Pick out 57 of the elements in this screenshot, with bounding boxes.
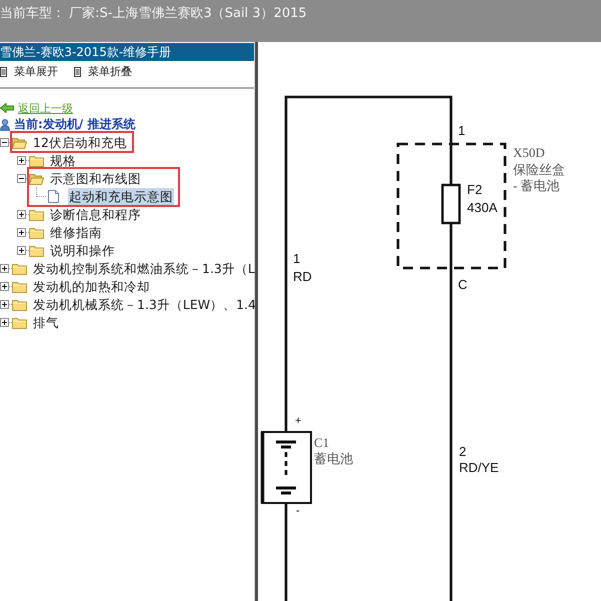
connector-ref: X50D: [513, 145, 545, 160]
folder-icon: [12, 298, 27, 310]
tree-item[interactable]: 12伏启动和充电: [32, 134, 128, 150]
fuse-symbol: [441, 184, 461, 224]
positive-sign: +: [295, 415, 302, 427]
tree-item[interactable]: 维修指南: [49, 224, 103, 240]
expand-icon[interactable]: [17, 210, 26, 218]
back-link[interactable]: 返回上一级: [0, 100, 73, 116]
tree-item[interactable]: 发动机的加热和冷却: [32, 278, 151, 294]
toolbar-button[interactable]: 菜单展开: [0, 65, 58, 79]
fuse-box-name: 保险丝盒: [513, 162, 565, 177]
folder-icon: [12, 280, 27, 292]
tree-item[interactable]: 排气: [32, 314, 60, 330]
expand-icon[interactable]: [0, 300, 9, 308]
tree-item[interactable]: 规格: [49, 152, 77, 168]
list-icon: [74, 67, 81, 77]
negative-sign: -: [296, 505, 300, 517]
folder-icon: [29, 226, 44, 238]
vehicle-info: 当前车型： 厂家:S-上海雪佛兰赛欧3（Sail 3）2015: [0, 5, 307, 23]
tree-item[interactable]: 说明和操作: [49, 242, 116, 258]
circuit-number: 1: [293, 251, 300, 266]
tree-item[interactable]: 诊断信息和程序: [49, 206, 142, 222]
document-icon: [48, 190, 59, 202]
current-path: 当前:发动机/ 推进系统: [14, 116, 136, 133]
tree-item[interactable]: 起动和充电示意图: [68, 188, 174, 204]
collapse-icon[interactable]: [17, 174, 26, 182]
expand-icon[interactable]: [17, 228, 26, 236]
open-folder-icon: [12, 136, 27, 148]
panel-title: 雪佛兰-赛欧3-2015款-维修手册: [0, 43, 254, 61]
pin-label: 1: [458, 123, 466, 138]
expand-icon[interactable]: [17, 156, 26, 164]
folder-icon: [29, 244, 44, 256]
expand-icon[interactable]: [0, 318, 9, 326]
toolbar-button[interactable]: 菜单折叠: [74, 65, 132, 79]
pin-label: C: [458, 277, 468, 292]
folder-icon: [12, 316, 27, 328]
fuse-rating: 430A: [467, 200, 498, 215]
arrow-left-icon: [0, 103, 14, 113]
collapse-icon[interactable]: [0, 138, 9, 146]
circuit-number: 2: [459, 444, 466, 459]
battery-name: 蓄电池: [314, 451, 353, 466]
expand-icon[interactable]: [0, 282, 9, 290]
folder-icon: [29, 154, 44, 166]
tree-item[interactable]: 发动机机械系统－1.3升（LEW）、1.4: [32, 296, 257, 312]
fuse-box-note: - 蓄电池: [513, 178, 560, 193]
wire-code: RD: [293, 269, 312, 284]
fuse-ref: F2: [467, 182, 482, 197]
wire-code: RD/YE: [459, 460, 499, 475]
expand-icon[interactable]: [17, 246, 26, 254]
expand-icon[interactable]: [0, 264, 9, 272]
tree-item[interactable]: 发动机控制系统和燃油系统－1.3升（L: [32, 260, 256, 276]
person-icon: [0, 118, 10, 130]
folder-icon: [12, 262, 27, 274]
battery-ref: C1: [314, 435, 330, 450]
open-folder-icon: [29, 172, 44, 184]
tree-item[interactable]: 示意图和布线图: [49, 170, 142, 186]
folder-icon: [29, 208, 44, 220]
